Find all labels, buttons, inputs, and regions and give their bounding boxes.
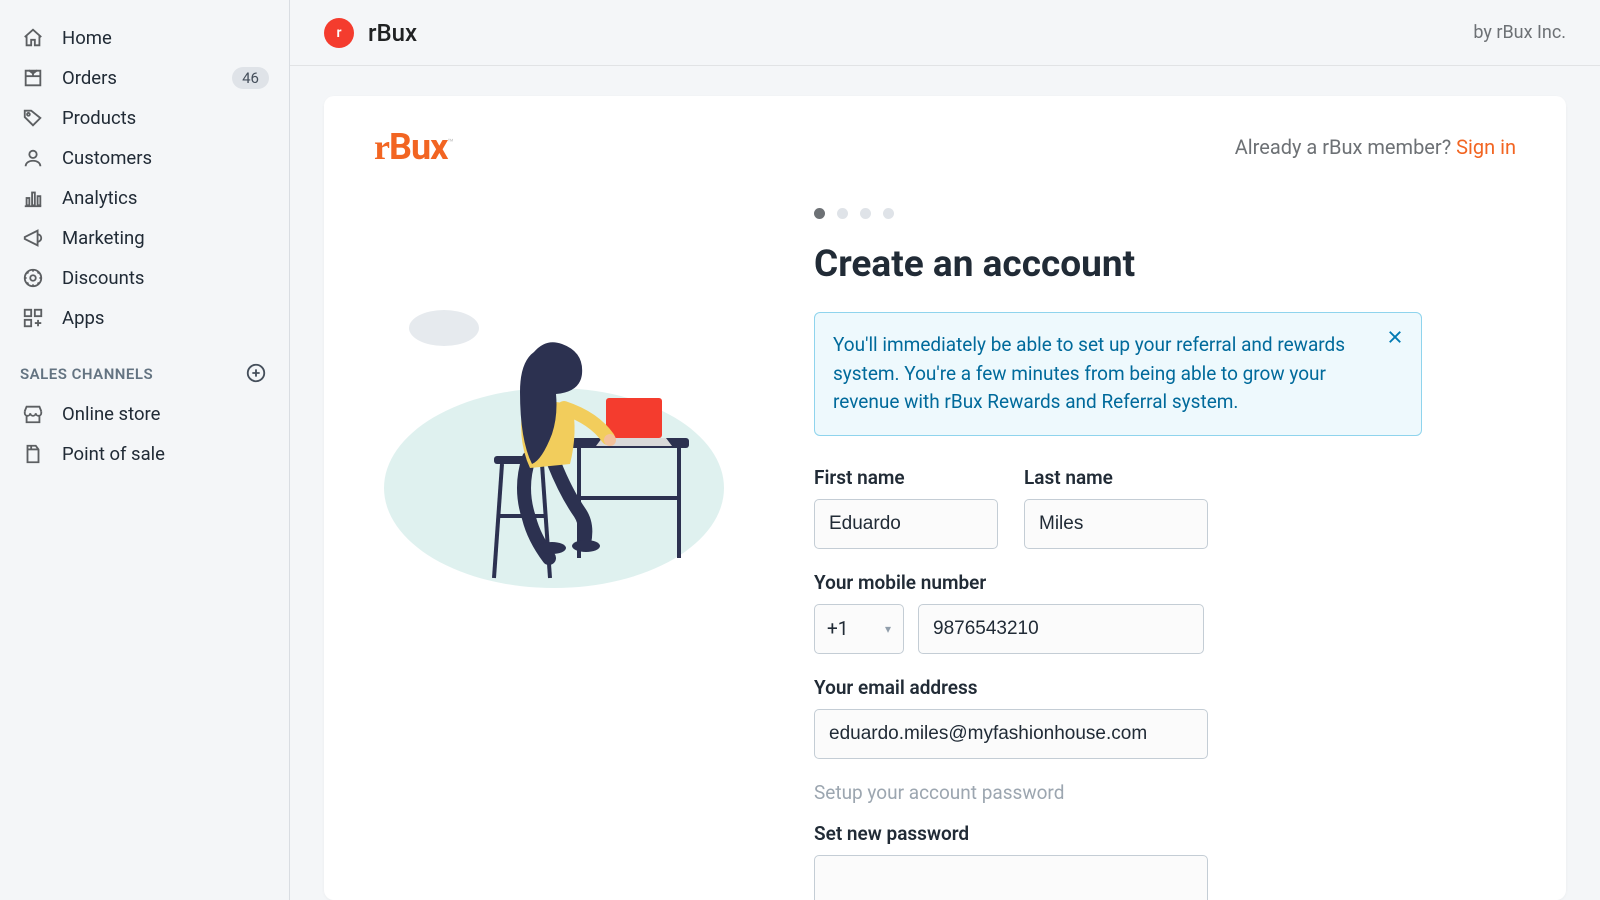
sidebar-item-label: Apps [62,307,269,329]
sidebar-item-label: Discounts [62,267,269,289]
sidebar-item-orders[interactable]: Orders 46 [10,58,279,98]
sidebar-item-label: Point of sale [62,443,269,465]
illustration [374,248,734,592]
chevron-down-icon: ▾ [885,622,891,636]
phone-code-select[interactable]: +1 ▾ [814,604,904,654]
sidebar-section-header: SALES CHANNELS [10,338,279,394]
topbar: r rBux by rBux Inc. [290,0,1600,66]
mobile-label: Your mobile number [814,571,1454,594]
password-label: Set new password [814,822,1208,845]
sidebar-item-online-store[interactable]: Online store [10,394,279,434]
sidebar-item-marketing[interactable]: Marketing [10,218,279,258]
page-title: Create an acccount [814,243,1454,286]
rbux-logo: rBux™ [374,126,453,168]
main-card: rBux™ Already a rBux member? Sign in [324,96,1566,900]
products-icon [20,105,46,131]
password-input[interactable] [814,855,1208,900]
orders-icon [20,65,46,91]
sidebar-item-label: Marketing [62,227,269,249]
sidebar-item-pos[interactable]: Point of sale [10,434,279,474]
sidebar-item-label: Home [62,27,269,49]
marketing-icon [20,225,46,251]
add-channel-icon[interactable] [245,362,269,386]
email-label: Your email address [814,676,1208,699]
step-dot [883,208,894,219]
discounts-icon [20,265,46,291]
pos-icon [20,441,46,467]
email-input[interactable] [814,709,1208,759]
brand-badge: r [324,18,354,48]
analytics-icon [20,185,46,211]
brand-name: rBux [368,19,417,47]
info-box: You'll immediately be able to set up you… [814,312,1422,436]
sidebar-item-analytics[interactable]: Analytics [10,178,279,218]
signin-prompt: Already a rBux member? Sign in [1235,135,1516,159]
last-name-input[interactable] [1024,499,1208,549]
step-dot [837,208,848,219]
sidebar-item-products[interactable]: Products [10,98,279,138]
orders-badge: 46 [232,67,269,89]
step-dot [860,208,871,219]
sidebar-item-label: Customers [62,147,269,169]
sidebar-item-home[interactable]: Home [10,18,279,58]
step-indicator [814,208,1454,219]
home-icon [20,25,46,51]
sidebar-item-customers[interactable]: Customers [10,138,279,178]
password-section-title: Setup your account password [814,781,1454,804]
step-dot [814,208,825,219]
sidebar-item-label: Analytics [62,187,269,209]
by-text: by rBux Inc. [1473,22,1566,43]
apps-icon [20,305,46,331]
sidebar-item-label: Orders [62,67,232,89]
sidebar-item-label: Online store [62,403,269,425]
sidebar-section-title: SALES CHANNELS [20,365,153,383]
online-store-icon [20,401,46,427]
first-name-input[interactable] [814,499,998,549]
info-text: You'll immediately be able to set up you… [833,333,1345,413]
sidebar-item-apps[interactable]: Apps [10,298,279,338]
signin-link[interactable]: Sign in [1456,135,1516,159]
first-name-label: First name [814,466,998,489]
close-icon[interactable] [1383,325,1407,349]
last-name-label: Last name [1024,466,1208,489]
phone-input[interactable] [918,604,1204,654]
sidebar-item-label: Products [62,107,269,129]
sidebar: Home Orders 46 Products Customers Anal [0,0,290,900]
sidebar-item-discounts[interactable]: Discounts [10,258,279,298]
customers-icon [20,145,46,171]
